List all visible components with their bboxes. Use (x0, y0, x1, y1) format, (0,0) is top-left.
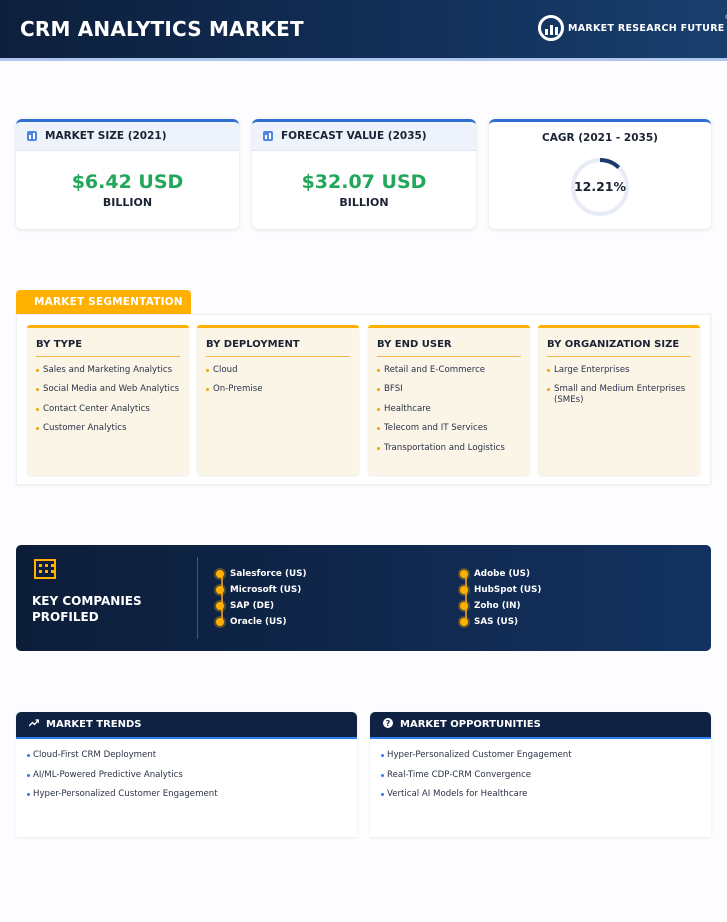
company-name: HubSpot (US) (474, 585, 542, 595)
segment-by-end-user: BY END USER Retail and E-Commerce BFSI H… (368, 325, 530, 475)
trend-item: AI/ML-Powered Predictive Analytics (27, 770, 345, 781)
company-name: Zoho (IN) (474, 601, 521, 611)
trend-item: Hyper-Personalized Customer Engagement (27, 789, 345, 800)
building-icon (34, 559, 56, 579)
segment-by-deployment: BY DEPLOYMENT Cloud On-Premise (197, 325, 359, 475)
segment-item: Customer Analytics (36, 423, 180, 434)
market-trends-header: MARKET TRENDS (16, 712, 357, 739)
company-name: Salesforce (US) (230, 569, 307, 579)
segment-item: Social Media and Web Analytics (36, 384, 180, 395)
segment-item: Large Enterprises (547, 365, 691, 376)
logo-mark-icon (538, 15, 564, 41)
segment-title: BY ORGANIZATION SIZE (547, 339, 691, 357)
market-trends-panel: MARKET TRENDS Cloud-First CRM Deployment… (16, 712, 357, 837)
segment-title: BY END USER (377, 339, 521, 357)
market-size-value: $6.42 USD (71, 171, 184, 193)
market-opportunities-header: ? MARKET OPPORTUNITIES (370, 712, 711, 739)
bullet-dot-icon (460, 618, 468, 626)
segmentation-panel: BY TYPE Sales and Marketing Analytics So… (16, 314, 711, 485)
company-item: Zoho (IN) (460, 601, 520, 611)
segment-item: Telecom and IT Services (377, 423, 521, 434)
forecast-card: FORECAST VALUE (2035) $32.07 USD BILLION (252, 119, 476, 229)
company-item: HubSpot (US) (460, 585, 541, 595)
company-name: Oracle (US) (230, 617, 287, 627)
segment-item: Transportation and Logistics (377, 443, 521, 454)
segment-item: Contact Center Analytics (36, 404, 180, 415)
segment-item: BFSI (377, 384, 521, 395)
bullet-dot-icon (460, 570, 468, 578)
company-name: Adobe (US) (474, 569, 530, 579)
company-item: Oracle (US) (216, 617, 287, 627)
cagr-gauge: 12.21% (569, 156, 631, 218)
company-name: SAP (DE) (230, 601, 275, 611)
market-size-label: MARKET SIZE (2021) (45, 130, 167, 142)
segment-item: Sales and Marketing Analytics (36, 365, 180, 376)
opportunity-item: Real-Time CDP-CRM Convergence (381, 770, 699, 781)
company-item: SAP (DE) (216, 601, 274, 611)
bar-chart-icon (263, 131, 273, 141)
cagr-label: CAGR (2021 - 2035) (542, 132, 658, 144)
trend-item: Cloud-First CRM Deployment (27, 750, 345, 761)
key-companies-panel: KEY COMPANIES PROFILED Salesforce (US) M… (16, 545, 711, 651)
bullet-dot-icon (460, 586, 468, 594)
opportunity-item: Hyper-Personalized Customer Engagement (381, 750, 699, 761)
bullet-dot-icon (216, 586, 224, 594)
bullet-dot-icon (216, 602, 224, 610)
segment-by-organization-size: BY ORGANIZATION SIZE Large Enterprises S… (538, 325, 700, 475)
bullet-dot-icon (216, 570, 224, 578)
segment-by-type: BY TYPE Sales and Marketing Analytics So… (27, 325, 189, 475)
company-item: Salesforce (US) (216, 569, 306, 579)
market-opportunities-panel: ? MARKET OPPORTUNITIES Hyper-Personalize… (370, 712, 711, 837)
forecast-value: $32.07 USD (301, 171, 427, 193)
trend-up-icon (28, 719, 40, 730)
company-item: Microsoft (US) (216, 585, 301, 595)
market-size-unit: BILLION (102, 196, 153, 209)
segment-item: On-Premise (206, 384, 350, 395)
market-opportunities-title: MARKET OPPORTUNITIES (400, 719, 541, 730)
company-name: Microsoft (US) (230, 585, 302, 595)
forecast-card-header: FORECAST VALUE (2035) (252, 122, 476, 151)
market-size-card-header: MARKET SIZE (2021) (16, 122, 239, 151)
question-circle-icon: ? (383, 718, 393, 731)
logo-text: MARKET RESEARCH FUTURE (568, 22, 725, 34)
segment-title: BY TYPE (36, 339, 180, 357)
cagr-card: CAGR (2021 - 2035) 12.21% (489, 119, 711, 229)
divider (197, 557, 198, 639)
key-companies-title: KEY COMPANIES PROFILED (32, 594, 142, 624)
market-size-card: MARKET SIZE (2021) $6.42 USD BILLION (16, 119, 239, 229)
segment-title: BY DEPLOYMENT (206, 339, 350, 357)
company-item: SAS (US) (460, 617, 518, 627)
bar-chart-icon (27, 131, 37, 141)
company-item: Adobe (US) (460, 569, 530, 579)
segment-item: Healthcare (377, 404, 521, 415)
opportunity-item: Vertical AI Models for Healthcare (381, 789, 699, 800)
forecast-unit: BILLION (339, 196, 389, 209)
brand-logo[interactable]: MARKET RESEARCH FUTURE ® (538, 12, 727, 44)
forecast-label: FORECAST VALUE (2035) (281, 130, 427, 142)
segmentation-tab: MARKET SEGMENTATION (16, 290, 191, 314)
header-banner: CRM ANALYTICS MARKET MARKET RESEARCH FUT… (0, 0, 727, 58)
bullet-dot-icon (460, 602, 468, 610)
cagr-value: 12.21% (573, 179, 627, 194)
segment-item: Small and Medium Enterprises (SMEs) (547, 384, 691, 406)
svg-text:?: ? (386, 719, 391, 728)
segment-item: Retail and E-Commerce (377, 365, 521, 376)
page-title: CRM ANALYTICS MARKET (20, 17, 304, 41)
company-name: SAS (US) (474, 617, 519, 627)
bullet-dot-icon (216, 618, 224, 626)
segment-item: Cloud (206, 365, 350, 376)
market-trends-title: MARKET TRENDS (46, 719, 142, 730)
